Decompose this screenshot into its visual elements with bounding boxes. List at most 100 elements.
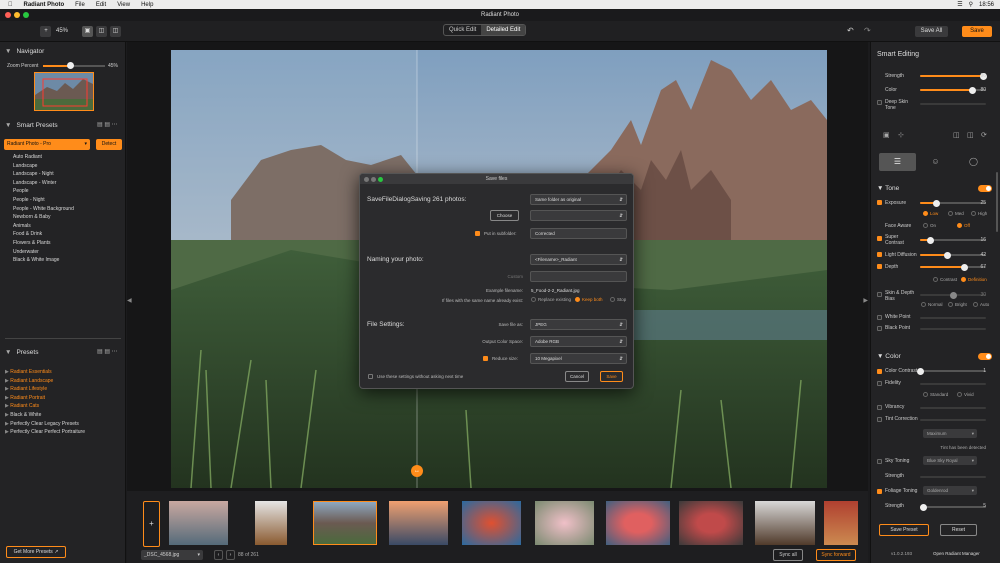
wifi-icon[interactable]: ☰ bbox=[957, 1, 962, 8]
color-header[interactable]: ▼ Color bbox=[877, 353, 901, 360]
black-point-slider[interactable] bbox=[920, 328, 986, 330]
subfolder-input[interactable]: Corrected bbox=[530, 228, 627, 239]
undo-icon[interactable]: ↶ bbox=[847, 26, 854, 35]
reset-button[interactable]: Reset bbox=[940, 524, 977, 536]
remember-checkbox[interactable] bbox=[368, 374, 373, 379]
compare-icon[interactable]: ◫ bbox=[953, 131, 960, 139]
depth-contrast-radio[interactable]: Contrast bbox=[933, 277, 957, 283]
light-diffusion-slider[interactable] bbox=[920, 251, 986, 259]
menu-app-name[interactable]: Radiant Photo bbox=[24, 2, 65, 8]
face-aware-off-radio[interactable]: Off bbox=[957, 223, 970, 229]
collapse-right-icon[interactable]: ▶ bbox=[863, 297, 868, 304]
tint-checkbox[interactable] bbox=[877, 417, 882, 422]
replace-existing-radio[interactable]: Replace existing bbox=[531, 297, 571, 303]
color-contrast-slider[interactable] bbox=[917, 367, 986, 375]
vibrancy-checkbox[interactable] bbox=[877, 405, 882, 410]
sync-all-button[interactable]: Sync all bbox=[773, 549, 803, 561]
skin-depth-checkbox[interactable] bbox=[877, 292, 882, 297]
tab-quick-edit[interactable]: Quick Edit bbox=[444, 25, 481, 35]
depth-definition-radio[interactable]: Definition bbox=[961, 277, 987, 283]
color-slider[interactable] bbox=[920, 86, 986, 94]
smart-preset-select[interactable]: Radiant Photo - Pro ▾ bbox=[4, 139, 90, 150]
depth-checkbox[interactable] bbox=[877, 264, 882, 269]
split-icon[interactable]: ◫ bbox=[967, 131, 974, 139]
folder-select[interactable]: Same folder as original ⇵ bbox=[530, 194, 627, 205]
crop-icon[interactable]: ⊹ bbox=[898, 131, 904, 139]
smart-preset-item[interactable]: People bbox=[13, 187, 123, 196]
deep-skin-slider[interactable] bbox=[920, 103, 986, 105]
folder-path-select[interactable]: ⇵ bbox=[530, 210, 627, 221]
smart-preset-item[interactable]: Landscape bbox=[13, 162, 123, 171]
menu-clock[interactable]: 18:56 bbox=[979, 2, 994, 8]
zoom-slider[interactable] bbox=[43, 62, 105, 69]
dialog-close-button[interactable] bbox=[364, 176, 369, 182]
color-contrast-checkbox[interactable] bbox=[877, 369, 882, 374]
presets-view-icon[interactable]: ▤ ▤ ⋯ bbox=[97, 348, 118, 355]
filename-select[interactable]: _DSC_4568.jpg ▾ bbox=[141, 550, 203, 560]
deep-skin-checkbox[interactable] bbox=[877, 100, 882, 105]
foliage-select[interactable]: Goldenrod ▾ bbox=[923, 486, 977, 495]
smart-preset-item[interactable]: People - White Background bbox=[13, 205, 123, 214]
fidelity-vivid-radio[interactable]: Vivid bbox=[957, 392, 974, 398]
close-window-button[interactable] bbox=[5, 12, 11, 18]
sky-select[interactable]: Blue Sky Royal ▾ bbox=[923, 456, 977, 465]
smart-preset-item[interactable]: Newborn & Baby bbox=[13, 213, 123, 222]
preset-folder-item[interactable]: ▶ Black & White bbox=[5, 411, 123, 420]
preset-folder-item[interactable]: ▶ Radiant Landscape bbox=[5, 377, 123, 386]
previous-photo-button[interactable]: ‹ bbox=[214, 550, 223, 560]
smart-preset-item[interactable]: Animals bbox=[13, 222, 123, 231]
fidelity-standard-radio[interactable]: Standard bbox=[923, 392, 948, 398]
menu-file[interactable]: File bbox=[75, 2, 85, 8]
get-more-presets-button[interactable]: Get More Presets ↗ bbox=[6, 546, 66, 558]
navigator-header[interactable]: ▼ Navigator bbox=[5, 48, 44, 55]
collapse-left-icon[interactable]: ◀ bbox=[127, 297, 132, 304]
apple-icon[interactable]:  bbox=[8, 2, 13, 8]
film-thumb[interactable] bbox=[535, 501, 594, 545]
strength-slider[interactable] bbox=[920, 72, 987, 80]
detect-button[interactable]: Detect bbox=[96, 139, 122, 150]
film-thumb[interactable] bbox=[824, 501, 858, 545]
right-scrollbar[interactable] bbox=[996, 172, 998, 232]
exposure-high-radio[interactable]: High bbox=[971, 211, 987, 217]
navigator-thumbnail[interactable] bbox=[34, 72, 94, 111]
black-point-checkbox[interactable] bbox=[877, 326, 882, 331]
reduce-size-select[interactable]: 10 Megapixel ⇵ bbox=[530, 353, 627, 364]
preset-folder-item[interactable]: ▶ Radiant Cats bbox=[5, 402, 123, 411]
sky-toning-checkbox[interactable] bbox=[877, 459, 882, 464]
keep-both-radio[interactable]: Keep both bbox=[575, 297, 603, 303]
foliage-strength-slider[interactable] bbox=[919, 503, 986, 511]
tone-toggle[interactable] bbox=[978, 185, 992, 192]
smart-preset-item[interactable]: Landscape - Winter bbox=[13, 179, 123, 188]
image-icon[interactable]: ▣ bbox=[883, 131, 890, 139]
tab-detailed-edit[interactable]: Detailed Edit bbox=[481, 25, 526, 35]
save-preset-button[interactable]: Save Preset bbox=[879, 524, 929, 536]
bias-bright-radio[interactable]: Bright bbox=[948, 302, 967, 308]
compare-split-handle[interactable]: ↔ bbox=[411, 465, 423, 477]
choose-button[interactable]: Choose bbox=[490, 210, 519, 221]
reduce-size-checkbox[interactable] bbox=[483, 356, 488, 361]
super-contrast-slider[interactable] bbox=[920, 236, 986, 244]
white-point-slider[interactable] bbox=[920, 317, 986, 319]
exposure-med-radio[interactable]: Med bbox=[948, 211, 964, 217]
bias-auto-radio[interactable]: Auto bbox=[973, 302, 989, 308]
minimize-window-button[interactable] bbox=[14, 12, 20, 18]
portrait-tab-icon[interactable]: ☺ bbox=[917, 153, 954, 171]
depth-slider[interactable] bbox=[920, 263, 986, 271]
preset-folder-item[interactable]: ▶ Perfectly Clear Perfect Portraiture bbox=[5, 428, 123, 437]
dialog-minimize-button[interactable] bbox=[371, 176, 376, 182]
super-contrast-checkbox[interactable] bbox=[877, 236, 882, 241]
vibrancy-slider[interactable] bbox=[920, 407, 986, 409]
compare-view-icon[interactable]: ◫ bbox=[96, 26, 107, 37]
film-thumb[interactable] bbox=[389, 501, 448, 545]
light-diffusion-checkbox[interactable] bbox=[877, 252, 882, 257]
preset-folder-item[interactable]: ▶ Radiant Portrait bbox=[5, 394, 123, 403]
film-thumb[interactable] bbox=[255, 501, 287, 545]
foliage-checkbox[interactable] bbox=[877, 489, 882, 494]
film-thumb[interactable] bbox=[462, 501, 521, 545]
subfolder-checkbox[interactable] bbox=[475, 231, 480, 236]
film-thumb[interactable] bbox=[679, 501, 743, 545]
skin-depth-slider[interactable] bbox=[920, 291, 986, 299]
custom-input[interactable] bbox=[530, 271, 627, 282]
sky-strength-slider[interactable] bbox=[920, 476, 986, 478]
smart-preset-item[interactable]: People - Night bbox=[13, 196, 123, 205]
